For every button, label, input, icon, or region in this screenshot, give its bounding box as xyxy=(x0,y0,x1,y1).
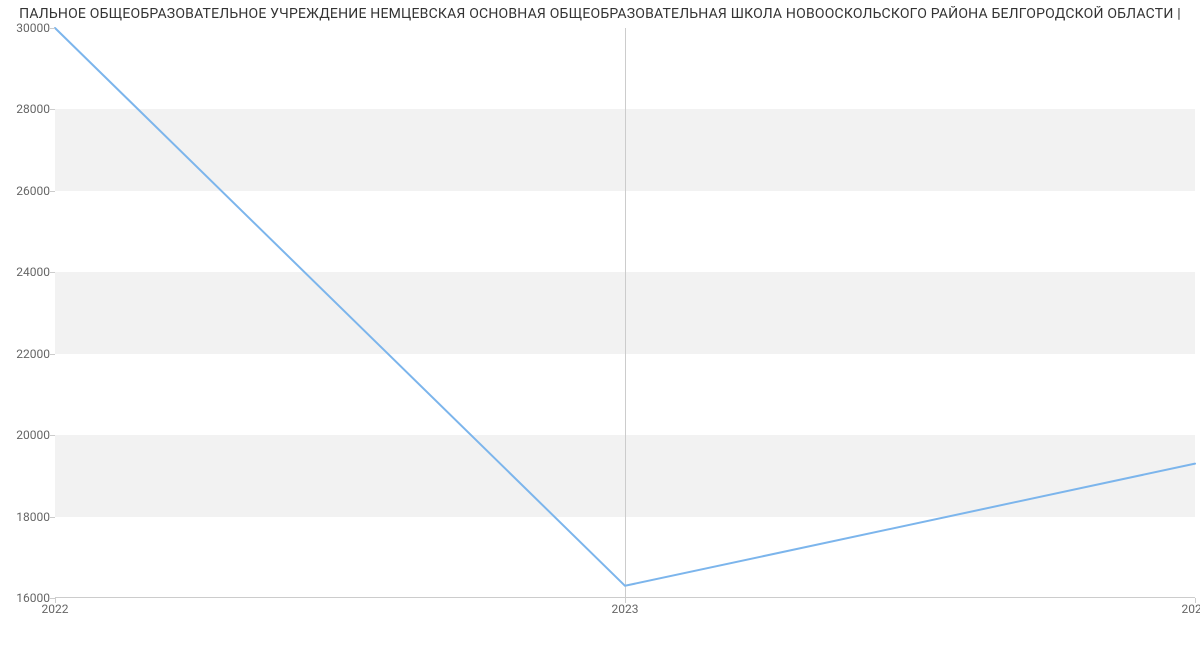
line-layer xyxy=(55,28,1195,598)
x-tick-label: 2024 xyxy=(1182,602,1200,616)
y-tick-mark xyxy=(50,354,55,355)
y-tick-mark xyxy=(50,517,55,518)
y-tick-label: 24000 xyxy=(5,265,50,279)
y-tick-mark xyxy=(50,191,55,192)
y-tick-label: 28000 xyxy=(5,102,50,116)
y-tick-label: 18000 xyxy=(5,510,50,524)
plot-area[interactable] xyxy=(55,28,1195,598)
y-tick-mark xyxy=(50,435,55,436)
x-tick-label: 2022 xyxy=(42,602,69,616)
y-tick-label: 30000 xyxy=(5,21,50,35)
y-tick-label: 20000 xyxy=(5,428,50,442)
y-tick-label: 22000 xyxy=(5,347,50,361)
y-tick-mark xyxy=(50,272,55,273)
series-line xyxy=(55,28,1195,586)
x-tick-label: 2023 xyxy=(612,602,639,616)
chart-container: ПАЛЬНОЕ ОБЩЕОБРАЗОВАТЕЛЬНОЕ УЧРЕЖДЕНИЕ Н… xyxy=(0,0,1200,650)
y-tick-mark xyxy=(50,109,55,110)
chart-title: ПАЛЬНОЕ ОБЩЕОБРАЗОВАТЕЛЬНОЕ УЧРЕЖДЕНИЕ Н… xyxy=(0,6,1200,22)
y-tick-mark xyxy=(50,28,55,29)
y-tick-label: 26000 xyxy=(5,184,50,198)
